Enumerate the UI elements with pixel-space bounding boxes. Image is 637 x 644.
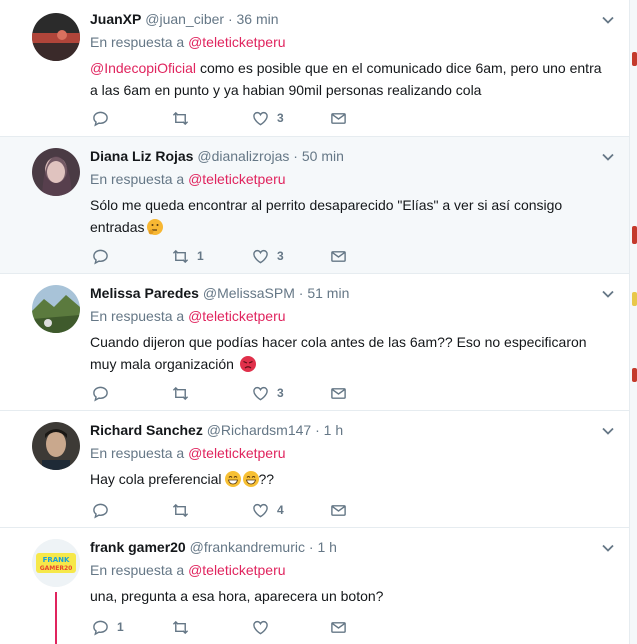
retweet-icon <box>172 249 189 263</box>
grinning-face-icon <box>224 471 241 487</box>
tweet[interactable]: Melissa Paredes @MelissaSPM · 51 min En … <box>0 274 629 411</box>
author-name[interactable]: frank gamer20 <box>90 539 186 555</box>
reply-prefix: En respuesta a <box>90 308 185 324</box>
tweet-time[interactable]: 1 h <box>317 539 336 555</box>
angry-face-icon <box>239 356 256 372</box>
retweet-button[interactable] <box>172 618 197 636</box>
like-button[interactable] <box>252 618 277 636</box>
reply-mention-link[interactable]: @teleticketperu <box>188 308 285 324</box>
tweet-time[interactable]: 36 min <box>237 11 279 27</box>
envelope-icon <box>331 387 346 399</box>
retweet-icon <box>172 620 189 634</box>
author-name[interactable]: Richard Sanchez <box>90 422 203 438</box>
tweet[interactable]: Diana Liz Rojas @dianalizrojas · 50 min … <box>0 137 629 274</box>
tweet-text: una, pregunta a esa hora, aparecera un b… <box>90 588 384 604</box>
retweet-icon <box>172 111 189 125</box>
like-button[interactable]: 4 <box>252 501 284 519</box>
author-name[interactable]: Diana Liz Rojas <box>90 148 193 164</box>
heart-icon <box>253 111 268 125</box>
reply-button[interactable] <box>92 501 117 519</box>
avatar[interactable]: FRANK GAMER20 <box>32 539 80 587</box>
tweet-time[interactable]: 50 min <box>302 148 344 164</box>
reply-prefix: En respuesta a <box>90 171 185 187</box>
avatar[interactable] <box>32 148 80 196</box>
grinning-face-icon <box>242 471 259 487</box>
reply-mention-link[interactable]: @teleticketperu <box>188 445 285 461</box>
reply-mention-link[interactable]: @teleticketperu <box>188 34 285 50</box>
author-handle[interactable]: @dianalizrojas <box>197 148 289 164</box>
author-name[interactable]: JuanXP <box>90 11 141 27</box>
tweet-time[interactable]: 51 min <box>307 285 349 301</box>
chevron-down-icon[interactable] <box>601 287 615 301</box>
tweet-time[interactable]: 1 h <box>324 422 343 438</box>
reply-button[interactable] <box>92 247 117 265</box>
author-handle[interactable]: @frankandremuric <box>190 539 305 555</box>
conversation-timeline: JuanXP @juan_ciber · 36 min En respuesta… <box>0 0 629 644</box>
reply-icon <box>93 503 108 519</box>
edge-mark <box>632 52 637 66</box>
heart-icon <box>253 249 268 263</box>
reply-icon <box>93 620 108 636</box>
dm-button[interactable] <box>330 384 347 402</box>
tweet-text: Cuando dijeron que podías hacer cola ant… <box>90 334 587 372</box>
reply-mention-link[interactable]: @teleticketperu <box>188 171 285 187</box>
reply-button[interactable] <box>92 384 117 402</box>
tweet-text: @IndecopiOficial como es posible que en … <box>90 60 602 98</box>
reply-button[interactable] <box>92 109 117 127</box>
chevron-down-icon[interactable] <box>601 424 615 438</box>
reply-icon <box>93 249 108 265</box>
chevron-down-icon[interactable] <box>601 541 615 555</box>
heart-icon <box>253 386 268 400</box>
envelope-icon <box>331 250 346 262</box>
tweet[interactable]: FRANK GAMER20 frank gamer20 @frankandremu… <box>0 528 629 644</box>
edge-mark <box>632 368 637 382</box>
reply-prefix: En respuesta a <box>90 34 185 50</box>
svg-text:GAMER20: GAMER20 <box>40 565 73 572</box>
heart-icon <box>253 503 268 517</box>
chevron-down-icon[interactable] <box>601 150 615 164</box>
like-button[interactable]: 3 <box>252 384 284 402</box>
edge-mark <box>632 292 637 306</box>
mention-link[interactable]: @IndecopiOficial <box>90 60 196 76</box>
edge-mark <box>632 226 637 244</box>
retweet-button[interactable] <box>172 384 197 402</box>
heart-icon <box>253 620 268 634</box>
page-edge <box>629 0 637 644</box>
thread-line <box>55 592 57 644</box>
chevron-down-icon[interactable] <box>601 13 615 27</box>
avatar-logo-text: FRANK <box>43 556 70 564</box>
reply-prefix: En respuesta a <box>90 562 185 578</box>
tweet[interactable]: JuanXP @juan_ciber · 36 min En respuesta… <box>0 0 629 137</box>
retweet-icon <box>172 503 189 517</box>
author-name[interactable]: Melissa Paredes <box>90 285 199 301</box>
tweet[interactable]: Richard Sanchez @Richardsm147 · 1 h En r… <box>0 411 629 528</box>
envelope-icon <box>331 112 346 124</box>
dm-button[interactable] <box>330 247 347 265</box>
like-button[interactable]: 3 <box>252 247 284 265</box>
envelope-icon <box>331 504 346 516</box>
avatar[interactable] <box>32 285 80 333</box>
avatar[interactable] <box>32 422 80 470</box>
avatar[interactable] <box>32 13 80 61</box>
retweet-button[interactable] <box>172 109 197 127</box>
reply-button[interactable]: 1 <box>92 618 124 636</box>
reply-icon <box>93 386 108 402</box>
author-handle[interactable]: @Richardsm147 <box>207 422 311 438</box>
reply-icon <box>93 111 108 127</box>
retweet-icon <box>172 386 189 400</box>
thinking-face-icon <box>147 219 164 235</box>
dm-button[interactable] <box>330 618 347 636</box>
retweet-button[interactable]: 1 <box>172 247 204 265</box>
tweet-text: Hay cola preferencial?? <box>90 471 275 487</box>
like-button[interactable]: 3 <box>252 109 284 127</box>
author-handle[interactable]: @juan_ciber <box>145 11 224 27</box>
author-handle[interactable]: @MelissaSPM <box>203 285 295 301</box>
tweet-text: Sólo me queda encontrar al perrito desap… <box>90 197 563 235</box>
dm-button[interactable] <box>330 501 347 519</box>
reply-mention-link[interactable]: @teleticketperu <box>188 562 285 578</box>
retweet-button[interactable] <box>172 501 197 519</box>
reply-prefix: En respuesta a <box>90 445 185 461</box>
dm-button[interactable] <box>330 109 347 127</box>
envelope-icon <box>331 621 346 633</box>
